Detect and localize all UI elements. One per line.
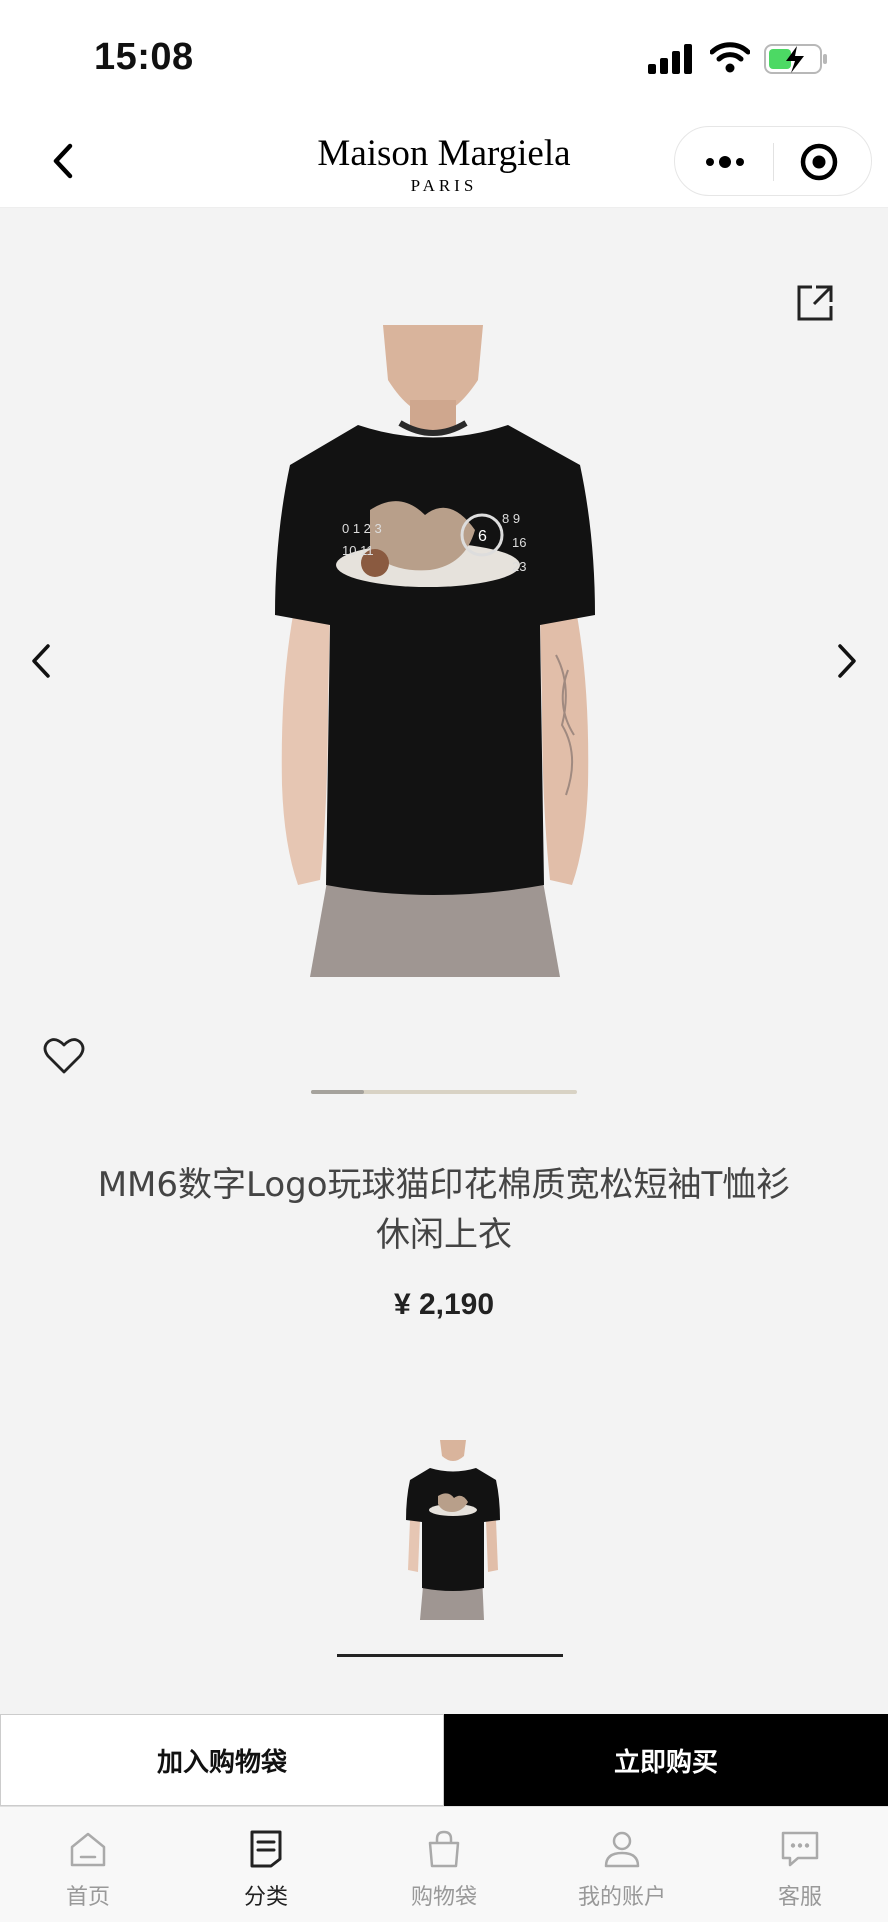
wifi-icon — [710, 42, 750, 73]
product-title: MM6数字Logo玩球猫印花棉质宽松短袖T恤衫 休闲上衣 — [60, 1160, 828, 1260]
bag-icon — [428, 1830, 460, 1868]
product-price: ¥ 2,190 — [393, 1288, 495, 1321]
close-target-icon[interactable] — [793, 141, 849, 183]
tab-service-label: 客服 — [777, 1885, 822, 1910]
buy-now-button[interactable]: 立即购买 — [444, 1714, 888, 1806]
gallery-progress-fill — [311, 1090, 365, 1094]
tab-home-label: 首页 — [65, 1885, 110, 1910]
thumbnail-selected-indicator — [337, 1654, 563, 1657]
svg-text:8 9: 8 9 — [502, 511, 520, 526]
brand-subtitle: PARIS — [410, 176, 478, 195]
status-bar: 15:08 — [0, 0, 888, 114]
tab-service[interactable]: 客服 — [720, 1807, 880, 1922]
capsule-divider — [773, 143, 774, 181]
mini-program-capsule — [674, 126, 872, 196]
brand-name: Maison Margiela — [317, 133, 571, 174]
svg-text:23: 23 — [512, 559, 526, 574]
brand-logo: Maison Margiela PARIS — [240, 134, 648, 196]
signal-icon — [648, 44, 692, 74]
add-to-bag-button[interactable]: 加入购物袋 — [0, 1714, 444, 1806]
svg-text:0 1 2 3: 0 1 2 3 — [342, 521, 382, 536]
more-icon[interactable] — [697, 141, 753, 183]
product-thumbnail[interactable] — [404, 1440, 502, 1620]
svg-text:16: 16 — [512, 535, 526, 550]
category-icon — [250, 1830, 282, 1868]
heart-icon[interactable] — [42, 1034, 86, 1078]
share-icon[interactable] — [794, 282, 836, 324]
prev-image-arrow[interactable] — [22, 636, 62, 686]
user-icon — [604, 1831, 640, 1868]
home-icon — [70, 1832, 106, 1867]
chat-icon — [781, 1831, 819, 1867]
tab-account-label: 我的账户 — [577, 1885, 666, 1910]
battery-icon — [764, 44, 827, 74]
tab-bag-label: 购物袋 — [410, 1885, 477, 1910]
tab-category-label: 分类 — [243, 1885, 288, 1910]
svg-text:6: 6 — [478, 528, 487, 545]
next-image-arrow[interactable] — [826, 636, 866, 686]
gallery-progress-track — [311, 1090, 577, 1094]
tab-category[interactable]: 分类 — [186, 1807, 346, 1922]
tab-home[interactable]: 首页 — [8, 1807, 168, 1922]
status-time: 15:08 — [94, 36, 194, 78]
tab-account[interactable]: 我的账户 — [542, 1807, 702, 1922]
svg-text:10 11: 10 11 — [342, 543, 374, 558]
tab-bag[interactable]: 购物袋 — [364, 1807, 524, 1922]
product-image[interactable]: 6 0 1 2 3 10 11 8 9 16 23 — [250, 325, 620, 977]
nav-bar: Maison Margiela PARIS — [0, 114, 888, 208]
tab-bar: 首页 分类 购物袋 我的账户 客服 — [0, 1806, 888, 1922]
back-icon[interactable] — [40, 136, 90, 186]
product-title-line2: 休闲上衣 — [376, 1215, 512, 1255]
product-title-line1: MM6数字Logo玩球猫印花棉质宽松短袖T恤衫 — [97, 1165, 791, 1205]
